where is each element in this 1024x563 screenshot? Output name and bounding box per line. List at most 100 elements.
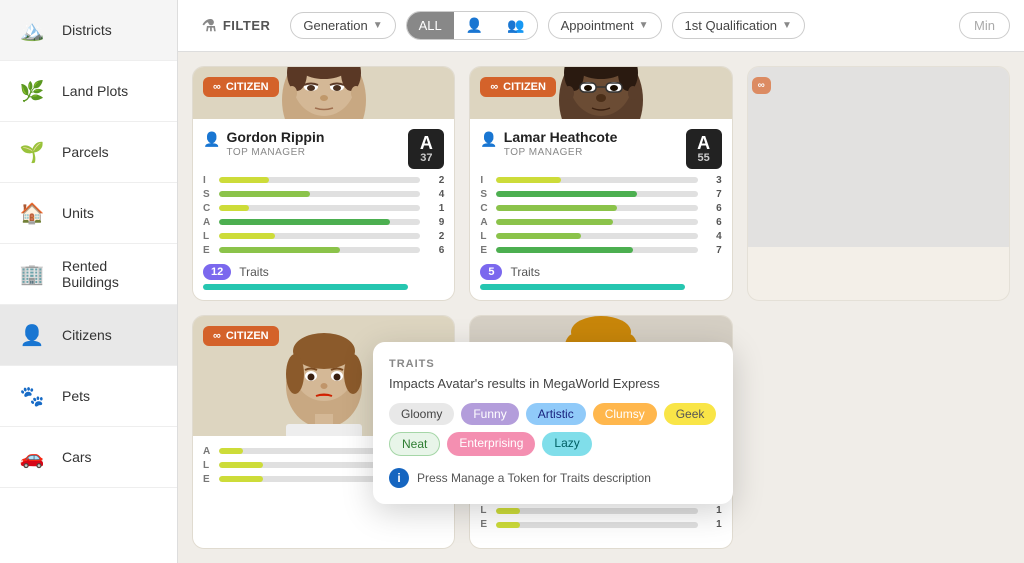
badge-label: CITIZEN [226, 81, 269, 93]
trait-tag[interactable]: Enterprising [447, 432, 535, 456]
sidebar-item-pets[interactable]: 🐾 Pets [0, 366, 177, 427]
stat-bar-bg [219, 219, 420, 225]
sidebar-item-label: Districts [62, 22, 112, 38]
sidebar-item-label: Pets [62, 388, 90, 404]
stat-bar-bg [496, 508, 697, 514]
land-plots-icon: 🌿 [14, 73, 50, 109]
stat-bar-fill [496, 508, 520, 514]
trait-tag[interactable]: Clumsy [593, 403, 657, 425]
stat-value: 6 [702, 217, 722, 228]
min-button[interactable]: Min [959, 12, 1010, 39]
filter-button[interactable]: ⚗ FILTER [192, 10, 280, 42]
chevron-down-icon: ▼ [373, 20, 383, 31]
pets-icon: 🐾 [14, 378, 50, 414]
stat-bar-bg [219, 233, 420, 239]
toolbar: ⚗ FILTER Generation ▼ ALL 👤 👥 Appointmen… [178, 0, 1024, 52]
citizen-card-lamar[interactable]: ∞ CITIZEN [469, 66, 732, 301]
stat-label: I [480, 175, 492, 186]
stat-label: L [480, 505, 492, 516]
stat-value: 9 [424, 217, 444, 228]
traits-count: 12 [203, 264, 231, 280]
stat-value: 1 [702, 519, 722, 530]
card-role: TOP MANAGER [226, 147, 324, 158]
teal-bar [480, 284, 685, 290]
appointment-dropdown[interactable]: Appointment ▼ [548, 12, 662, 39]
trait-tag[interactable]: Artistic [526, 403, 586, 425]
stat-bar-bg [496, 177, 697, 183]
sidebar-item-cars[interactable]: 🚗 Cars [0, 427, 177, 488]
trait-tag[interactable]: Lazy [542, 432, 591, 456]
units-icon: 🏠 [14, 195, 50, 231]
citizens-icon: 👤 [14, 317, 50, 353]
person-toggle-button[interactable]: 👤 [454, 12, 495, 39]
stat-value: 1 [424, 203, 444, 214]
stat-bar-bg [496, 219, 697, 225]
traits-row-gordon[interactable]: 12 Traits [203, 264, 444, 280]
generation-dropdown[interactable]: Generation ▼ [290, 12, 395, 39]
citizen-badge: ∞ CITIZEN [203, 77, 279, 97]
stat-value: 7 [702, 245, 722, 256]
trait-tag[interactable]: Funny [461, 403, 518, 425]
card-avatar-partial [748, 67, 1009, 247]
stat-label: S [203, 189, 215, 200]
card-header-gordon: 👤 Gordon Rippin TOP MANAGER A 37 [203, 129, 444, 169]
person2-icon: 👥 [507, 17, 524, 33]
qualification-dropdown[interactable]: 1st Qualification ▼ [672, 12, 805, 39]
stat-bar-bg [496, 191, 697, 197]
card-role: TOP MANAGER [504, 147, 618, 158]
sidebar-item-label: Rented Buildings [62, 258, 163, 290]
stat-label: L [203, 460, 215, 471]
stat-label: L [203, 231, 215, 242]
stat-bar-fill [219, 448, 243, 454]
traits-tags: Gloomy Funny Artistic Clumsy Geek Neat Enterpr… [389, 403, 717, 456]
stat-bar-bg [219, 205, 420, 211]
info-icon: i [389, 468, 409, 488]
trait-tag[interactable]: Gloomy [389, 403, 454, 425]
traits-label: Traits [510, 265, 540, 279]
sidebar-item-parcels[interactable]: 🌱 Parcels [0, 122, 177, 183]
stats-grid-lamar: I3S7C6A6L4E7 [480, 175, 721, 256]
stat-bar-fill [219, 233, 275, 239]
sidebar-item-label: Citizens [62, 327, 112, 343]
parcels-icon: 🌱 [14, 134, 50, 170]
sidebar-item-rented-buildings[interactable]: 🏢 Rented Buildings [0, 244, 177, 305]
citizen-card-gordon[interactable]: ∞ CITIZEN [192, 66, 455, 301]
districts-icon: 🏔️ [14, 12, 50, 48]
sidebar-item-districts[interactable]: 🏔️ Districts [0, 0, 177, 61]
card-header-lamar: 👤 Lamar Heathcote TOP MANAGER A 55 [480, 129, 721, 169]
card-info-gordon: 👤 Gordon Rippin TOP MANAGER A 37 I2S4C1A… [193, 119, 454, 300]
stat-label: C [480, 203, 492, 214]
sidebar-item-citizens[interactable]: 👤 Citizens [0, 305, 177, 366]
traits-count: 5 [480, 264, 502, 280]
card-name-area: 👤 Gordon Rippin TOP MANAGER [203, 129, 324, 159]
popup-title: TRAITS [389, 358, 717, 370]
stat-bar-fill [496, 191, 637, 197]
stat-value: 4 [424, 189, 444, 200]
badge-label: CITIZEN [226, 330, 269, 342]
citizen-card-partial[interactable]: ∞ [747, 66, 1010, 301]
all-toggle-button[interactable]: ALL [407, 12, 454, 39]
sidebar-item-units[interactable]: 🏠 Units [0, 183, 177, 244]
stat-bar-bg [496, 522, 697, 528]
traits-popup: TRAITS Impacts Avatar's results in MegaW… [373, 342, 733, 504]
appointment-label: Appointment [561, 18, 634, 33]
stat-label: I [203, 175, 215, 186]
link-icon: ∞ [213, 330, 221, 342]
stat-label: E [480, 519, 492, 530]
sidebar-item-label: Land Plots [62, 83, 128, 99]
sidebar-item-land-plots[interactable]: 🌿 Land Plots [0, 61, 177, 122]
stat-bar-bg [496, 205, 697, 211]
trait-tag[interactable]: Neat [389, 432, 440, 456]
trait-tag[interactable]: Geek [664, 403, 717, 425]
grade-letter: A [697, 134, 710, 152]
stat-value: 4 [702, 231, 722, 242]
stat-label: A [203, 446, 215, 457]
stat-bar-fill [219, 462, 263, 468]
link-icon: ∞ [213, 81, 221, 93]
min-label: Min [974, 18, 995, 33]
stat-label: L [480, 231, 492, 242]
grade-badge: A 37 [408, 129, 444, 169]
person2-toggle-button[interactable]: 👥 [495, 12, 536, 39]
stat-label: E [203, 474, 215, 485]
traits-row-lamar[interactable]: 5 Traits [480, 264, 721, 280]
